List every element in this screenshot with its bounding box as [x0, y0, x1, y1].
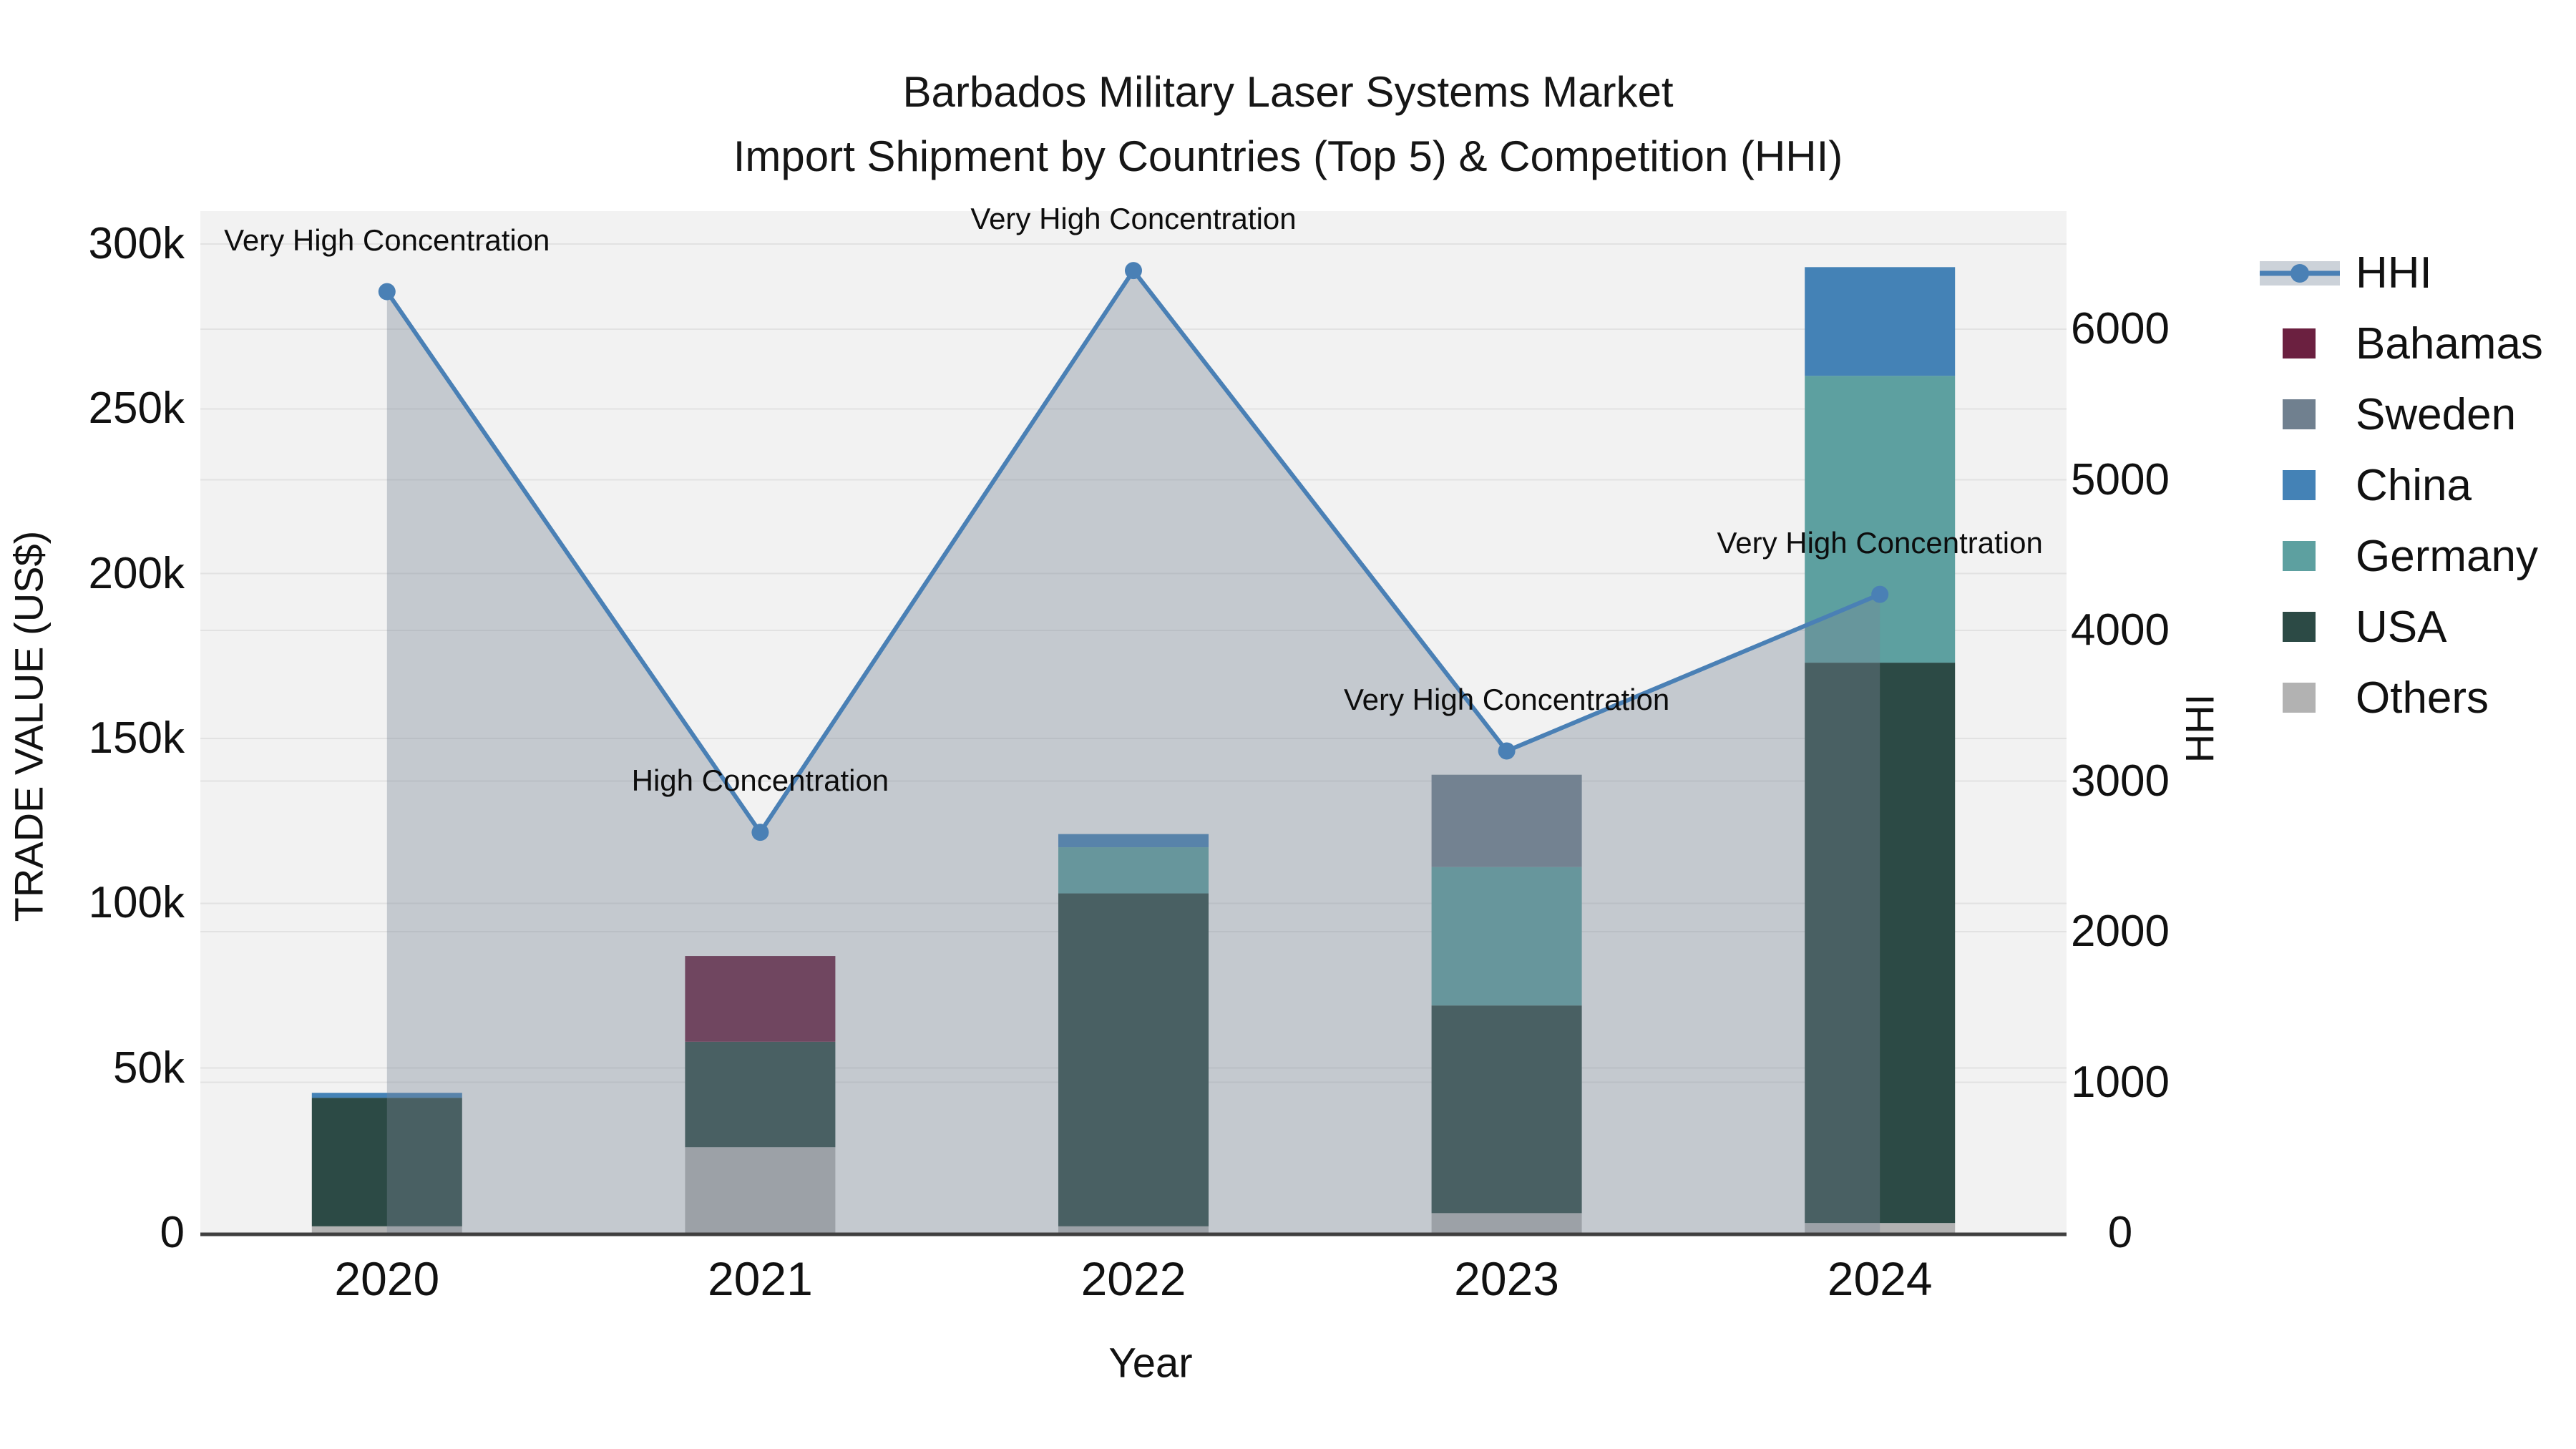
annotation-2023: Very High Concentration — [1343, 682, 1670, 716]
chart-title: Barbados Military Laser Systems Market I… — [733, 60, 1843, 189]
legend-label: Others — [2356, 673, 2489, 723]
legend-label: Sweden — [2356, 390, 2517, 439]
annotation-2020: Very High Concentration — [224, 223, 550, 257]
legend-label: Bahamas — [2356, 319, 2543, 369]
annotation-2022: Very High Concentration — [970, 202, 1297, 236]
legend: HHI Bahamas Sweden China Germany USA Others — [2260, 238, 2543, 733]
legend-item-germany[interactable]: Germany — [2260, 521, 2543, 592]
legend-item-china[interactable]: China — [2260, 450, 2543, 521]
y-right-tick-label: 3000 — [2071, 756, 2170, 806]
y-left-tick-label: 0 — [160, 1208, 185, 1257]
x-axis-title: Year — [1108, 1340, 1193, 1387]
hhi-marker-2023 — [1498, 742, 1516, 760]
legend-item-hhi[interactable]: HHI — [2260, 238, 2543, 308]
y-left-tick-label: 150k — [88, 713, 185, 763]
legend-swatch-germany — [2260, 540, 2340, 572]
x-tick-label: 2021 — [707, 1252, 813, 1305]
legend-swatch-sweden — [2260, 399, 2340, 431]
annotation-2024: Very High Concentration — [1717, 525, 2043, 560]
x-tick-label: 2023 — [1454, 1252, 1560, 1305]
y-right-tick-label: 4000 — [2071, 605, 2170, 655]
y-right-tick-label: 0 — [2107, 1208, 2133, 1257]
y-left-tick-label: 200k — [88, 548, 185, 598]
legend-label: USA — [2356, 602, 2447, 652]
hhi-marker-2024 — [1871, 585, 1889, 603]
y-left-tick-label: 100k — [88, 878, 185, 928]
x-tick-label: 2022 — [1080, 1252, 1186, 1305]
legend-swatch-china — [2260, 469, 2340, 502]
legend-swatch-others — [2260, 682, 2340, 714]
legend-label: Germany — [2356, 532, 2538, 581]
y-right-tick-label: 5000 — [2071, 454, 2170, 504]
legend-swatch-usa — [2260, 611, 2340, 643]
y-left-tick-label: 250k — [88, 384, 185, 434]
x-tick-label: 2024 — [1827, 1252, 1933, 1305]
chart-figure: Barbados Military Laser Systems Market I… — [0, 0, 2576, 1449]
hhi-marker-2020 — [378, 283, 396, 301]
legend-label: HHI — [2356, 248, 2432, 298]
bar-segment-china-2024 — [1805, 267, 1956, 376]
chart-title-line1: Barbados Military Laser Systems Market — [902, 68, 1674, 116]
legend-swatch-bahamas — [2260, 328, 2340, 360]
legend-item-others[interactable]: Others — [2260, 663, 2543, 733]
chart-title-line2: Import Shipment by Countries (Top 5) & C… — [733, 132, 1843, 180]
hhi-marker-2022 — [1125, 262, 1142, 280]
hhi-marker-2021 — [751, 824, 769, 841]
legend-item-sweden[interactable]: Sweden — [2260, 379, 2543, 450]
x-tick-label: 2020 — [334, 1252, 440, 1305]
annotation-2021: High Concentration — [631, 763, 889, 798]
legend-item-usa[interactable]: USA — [2260, 592, 2543, 663]
legend-item-bahamas[interactable]: Bahamas — [2260, 308, 2543, 379]
y-left-tick-label: 300k — [88, 219, 185, 269]
y-left-tick-label: 50k — [113, 1043, 185, 1093]
y-right-tick-label: 1000 — [2071, 1057, 2170, 1107]
hhi-line-icon — [2260, 258, 2340, 289]
legend-label: China — [2356, 461, 2472, 510]
y-axis-right-title: HHI — [2177, 693, 2223, 763]
y-right-tick-label: 2000 — [2071, 907, 2170, 957]
y-right-tick-label: 6000 — [2071, 304, 2170, 354]
